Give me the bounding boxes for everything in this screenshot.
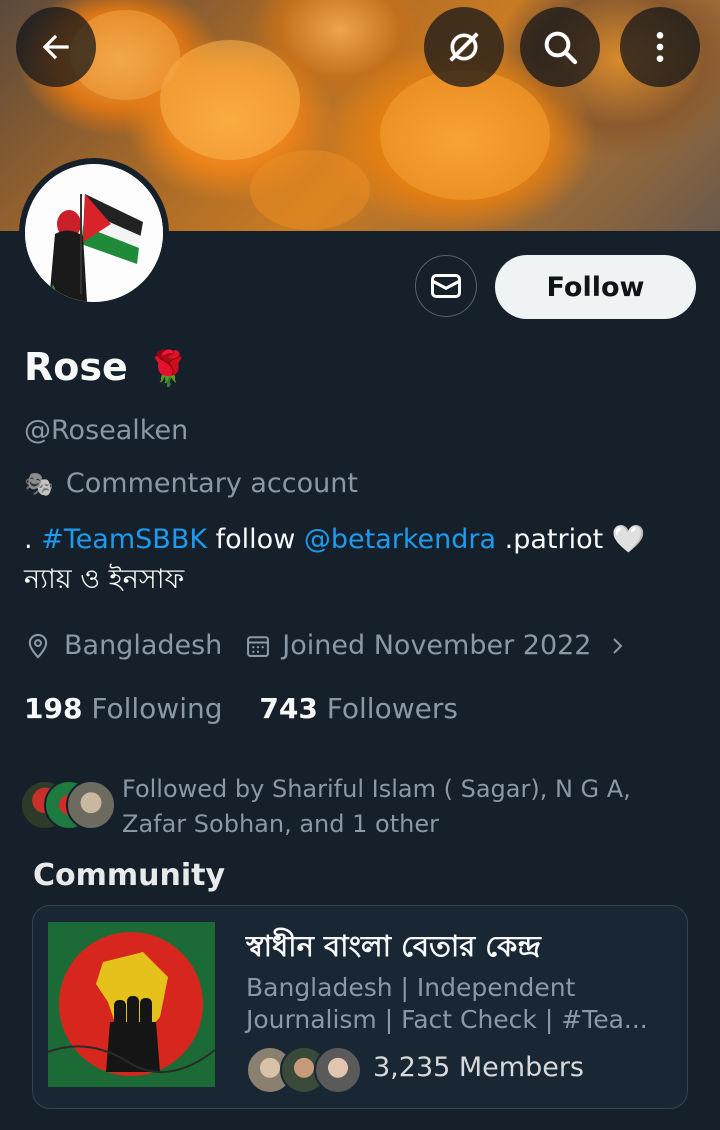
member-avatars <box>246 1046 362 1094</box>
banner-rose-shape <box>380 70 550 200</box>
following-count: 198 <box>24 692 83 725</box>
follow-counts: 198 Following 743 Followers <box>24 692 458 725</box>
profile-meta: Bangladesh Joined November 2022 <box>24 630 629 661</box>
profile-avatar[interactable] <box>19 158 169 308</box>
bio-line2: ন্যায় ও ইনসাফ <box>24 564 185 595</box>
back-button[interactable] <box>16 7 96 87</box>
banner-rose-shape <box>160 40 300 160</box>
profile-name-text: Rose <box>24 345 128 389</box>
avatar <box>314 1046 362 1094</box>
community-description: Bangladesh | Independent Journalism | Fa… <box>246 973 648 1034</box>
arrow-left-icon <box>42 34 69 60</box>
bio-mention-link[interactable]: @betarkendra <box>304 524 496 555</box>
grok-icon <box>449 32 479 62</box>
community-name: স্বাধীন বাংলা বেতার কেন্দ্র <box>246 929 541 963</box>
mask-icon: 🎭 <box>24 469 54 498</box>
more-button[interactable] <box>620 7 700 87</box>
followed-by-avatars[interactable] <box>20 780 116 830</box>
bio-middle: follow <box>207 524 304 555</box>
location-pin-icon <box>28 633 48 659</box>
profile-name: Rose 🌹 <box>24 345 189 389</box>
followers-count: 743 <box>259 692 318 725</box>
followers-link[interactable]: 743 Followers <box>259 692 458 725</box>
chevron-right-icon[interactable] <box>605 634 629 658</box>
profile-handle: @Rosealken <box>24 415 189 446</box>
followed-by-text[interactable]: Followed by Shariful Islam ( Sagar), N G… <box>122 772 697 842</box>
more-vertical-icon <box>656 32 664 62</box>
community-image <box>48 922 215 1087</box>
avatar-image <box>25 164 163 302</box>
following-link[interactable]: 198 Following <box>24 692 223 725</box>
followers-label: Followers <box>326 692 458 725</box>
follow-button[interactable]: Follow <box>495 255 696 319</box>
location-text: Bangladesh <box>64 630 223 661</box>
search-button[interactable] <box>520 7 600 87</box>
following-label: Following <box>91 692 223 725</box>
bio-hashtag-link[interactable]: #TeamSBBK <box>41 524 207 555</box>
community-members-count: 3,235 Members <box>373 1052 585 1083</box>
calendar-icon <box>247 635 270 657</box>
bio-prefix: . <box>24 524 42 555</box>
rose-emoji: 🌹 <box>147 349 190 389</box>
category-label: Commentary account <box>65 468 358 499</box>
envelope-icon <box>431 274 461 298</box>
profile-bio: . #TeamSBBK follow @betarkendra .patriot… <box>24 520 704 600</box>
grok-button[interactable] <box>424 7 504 87</box>
search-icon <box>544 31 578 65</box>
banner-rose-shape <box>250 150 370 230</box>
community-card[interactable]: স্বাধীন বাংলা বেতার কেন্দ্র Bangladesh |… <box>32 905 688 1109</box>
professional-category: 🎭 Commentary account <box>24 468 358 499</box>
bio-suffix: .patriot 🤍 <box>496 524 646 555</box>
community-section-title: Community <box>33 858 226 893</box>
avatar <box>66 780 116 830</box>
joined-text[interactable]: Joined November 2022 <box>282 630 591 661</box>
message-button[interactable] <box>415 255 477 317</box>
